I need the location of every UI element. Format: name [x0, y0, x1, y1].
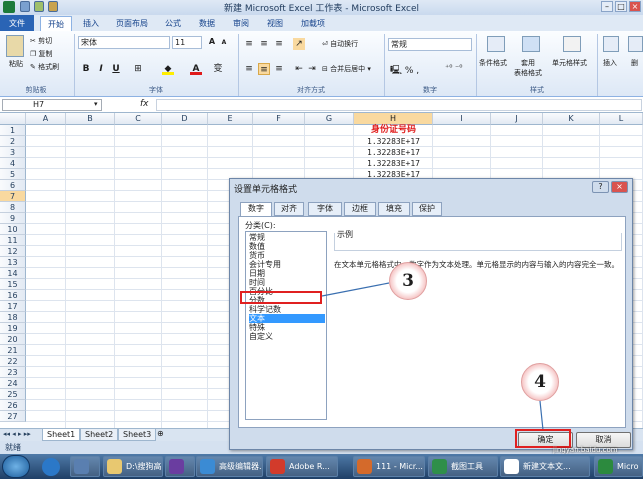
taskbar-item[interactable]: Micro	[594, 456, 643, 477]
callout-line-4	[539, 400, 544, 431]
app-icon	[432, 459, 447, 474]
app-icon	[74, 459, 89, 474]
app-icon	[504, 459, 519, 474]
taskbar-item[interactable]: Adobe R...	[266, 456, 338, 477]
app-icon	[598, 459, 613, 474]
ie-icon[interactable]	[42, 458, 60, 476]
taskbar-item[interactable]: 新建文本文...	[500, 456, 590, 477]
taskbar-item[interactable]: 111 - Micr...	[353, 456, 425, 477]
callout-4: 4	[521, 363, 559, 401]
taskbar-item-label: 高级编辑器...	[219, 462, 263, 471]
app-icon	[270, 459, 285, 474]
app-icon	[357, 459, 372, 474]
taskbar-item[interactable]: 高级编辑器...	[196, 456, 263, 477]
taskbar-item-label: Micro	[617, 462, 639, 471]
taskbar-item-label: 新建文本文...	[523, 462, 571, 471]
taskbar-item-label: 截图工具	[451, 462, 483, 471]
taskbar-item-label: Adobe R...	[289, 462, 330, 471]
taskbar-item[interactable]: D:\搜狗高...	[103, 456, 163, 477]
callout-3: 3	[389, 262, 427, 300]
app-icon	[200, 459, 215, 474]
start-button[interactable]	[2, 455, 30, 478]
callout-lines	[321, 282, 544, 431]
callout-line-3	[321, 282, 390, 297]
app-icon	[107, 459, 122, 474]
taskbar-item[interactable]	[165, 456, 195, 477]
taskbar-item[interactable]: 截图工具	[428, 456, 498, 477]
taskbar-item-label: 111 - Micr...	[376, 462, 423, 471]
watermark: jingyan.baidu.com	[553, 446, 618, 454]
taskbar-item-label: D:\搜狗高...	[126, 462, 162, 471]
taskbar-item[interactable]	[70, 456, 100, 477]
app-icon	[169, 459, 184, 474]
